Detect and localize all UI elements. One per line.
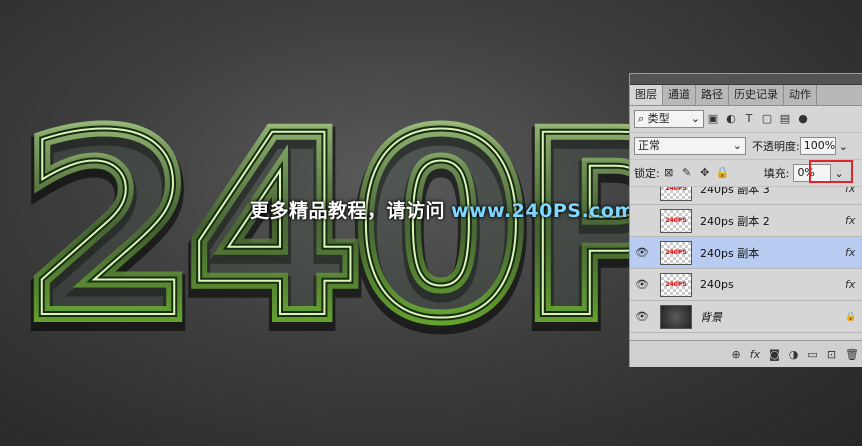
layer-thumbnail: 240PS — [660, 187, 692, 201]
layer-row[interactable]: 240PS 240ps 副本 3 fx — [630, 187, 862, 205]
fx-icon[interactable]: fx — [845, 214, 862, 227]
layer-name: 背景 — [700, 310, 722, 324]
fill-highlight-box — [809, 160, 853, 183]
layer-thumbnail: 240PS — [660, 272, 692, 297]
type-filter-icon[interactable]: T — [742, 112, 756, 126]
search-icon: ⌕ — [638, 112, 645, 125]
blend-mode-select[interactable]: 正常 ⌄ — [634, 137, 746, 155]
layer-row[interactable]: 👁 背景 🔒 — [630, 301, 862, 333]
layer-row[interactable]: 👁 240PS 240ps fx — [630, 269, 862, 301]
artwork-highlight: 240P — [22, 82, 695, 373]
watermark-cn: 更多精品教程，请访问 — [250, 200, 446, 222]
layer-row-selected[interactable]: 👁 240PS 240ps 副本 fx — [630, 237, 862, 269]
tab-actions[interactable]: 动作 — [784, 85, 817, 105]
add-fx-icon[interactable]: fx — [750, 348, 760, 361]
trash-icon[interactable]: 🗑 — [845, 348, 859, 361]
lock-label: 锁定: — [634, 167, 660, 180]
panel-bottom-bar: ⊕ fx ◙ ◑ ▭ ⊡ 🗑 — [630, 340, 862, 367]
mask-icon[interactable]: ◙ — [769, 348, 780, 361]
smart-object-filter-icon[interactable]: ▤ — [778, 112, 792, 126]
filter-toggle-icon[interactable]: ● — [796, 112, 810, 126]
lock-position-icon[interactable]: ✥ — [698, 166, 712, 180]
fx-icon[interactable]: fx — [845, 246, 862, 259]
layer-thumbnail: 240PS — [660, 208, 692, 233]
blend-mode-value: 正常 — [638, 139, 660, 152]
fill-label: 填充: — [763, 167, 790, 180]
eye-icon[interactable]: 👁 — [630, 246, 654, 259]
group-icon[interactable]: ▭ — [807, 348, 817, 361]
opacity-value: 100% — [803, 139, 836, 152]
tab-paths[interactable]: 路径 — [696, 85, 729, 105]
blend-row: 正常 ⌄ 不透明度: 100% ⌄ — [630, 133, 862, 160]
link-icon[interactable]: ⊕ — [732, 348, 741, 361]
eye-icon[interactable]: 👁 — [630, 278, 654, 291]
adjustment-filter-icon[interactable]: ◐ — [724, 112, 738, 126]
layers-list: 240PS 240ps 副本 3 fx 240PS 240ps 副本 2 fx … — [630, 187, 862, 341]
filter-row: ⌕ 类型 ⌄ ▣ ◐ T ▢ ▤ ● — [630, 106, 862, 133]
layer-thumbnail — [660, 304, 692, 329]
opacity-field[interactable]: 100% — [799, 137, 836, 155]
filter-kind-select[interactable]: ⌕ 类型 ⌄ — [634, 110, 704, 128]
chevron-down-icon: ⌄ — [690, 112, 700, 125]
layer-name: 240ps 副本 — [700, 246, 760, 260]
tab-history[interactable]: 历史记录 — [729, 85, 784, 105]
layer-name: 240ps 副本 3 — [700, 187, 770, 196]
image-filter-icon[interactable]: ▣ — [706, 112, 720, 126]
layers-panel: 图层 通道 路径 历史记录 动作 ⌕ 类型 ⌄ ▣ ◐ T ▢ ▤ ● 正常 ⌄… — [629, 73, 862, 367]
fx-icon[interactable]: fx — [845, 187, 862, 195]
lock-icon: 🔒 — [845, 311, 857, 322]
chevron-down-icon: ⌄ — [732, 139, 742, 152]
tab-channels[interactable]: 通道 — [663, 85, 696, 105]
filter-kind-label: 类型 — [647, 112, 670, 125]
fx-icon[interactable]: fx — [845, 278, 862, 291]
lock-paint-icon[interactable]: ✎ — [680, 166, 694, 180]
shape-filter-icon[interactable]: ▢ — [760, 112, 774, 126]
tab-layers[interactable]: 图层 — [630, 85, 663, 105]
lock-transparent-icon[interactable]: ⊠ — [662, 166, 676, 180]
layer-name: 240ps — [700, 278, 734, 291]
chevron-down-icon[interactable]: ⌄ — [839, 140, 848, 153]
panel-titlebar[interactable] — [630, 74, 862, 85]
eye-icon[interactable]: 👁 — [630, 310, 654, 323]
layer-name: 240ps 副本 2 — [700, 214, 770, 228]
opacity-label: 不透明度: — [752, 140, 800, 153]
layer-row[interactable]: 240PS 240ps 副本 2 fx — [630, 205, 862, 237]
lock-all-icon[interactable]: 🔒 — [716, 166, 730, 180]
panel-tabs: 图层 通道 路径 历史记录 动作 — [630, 85, 862, 106]
watermark-text: 更多精品教程，请访问 www.240PS.com — [250, 196, 635, 223]
new-layer-icon[interactable]: ⊡ — [827, 348, 836, 361]
layer-thumbnail: 240PS — [660, 240, 692, 265]
adjustment-icon[interactable]: ◑ — [789, 348, 799, 361]
watermark-url: www.240PS.com — [451, 200, 635, 222]
